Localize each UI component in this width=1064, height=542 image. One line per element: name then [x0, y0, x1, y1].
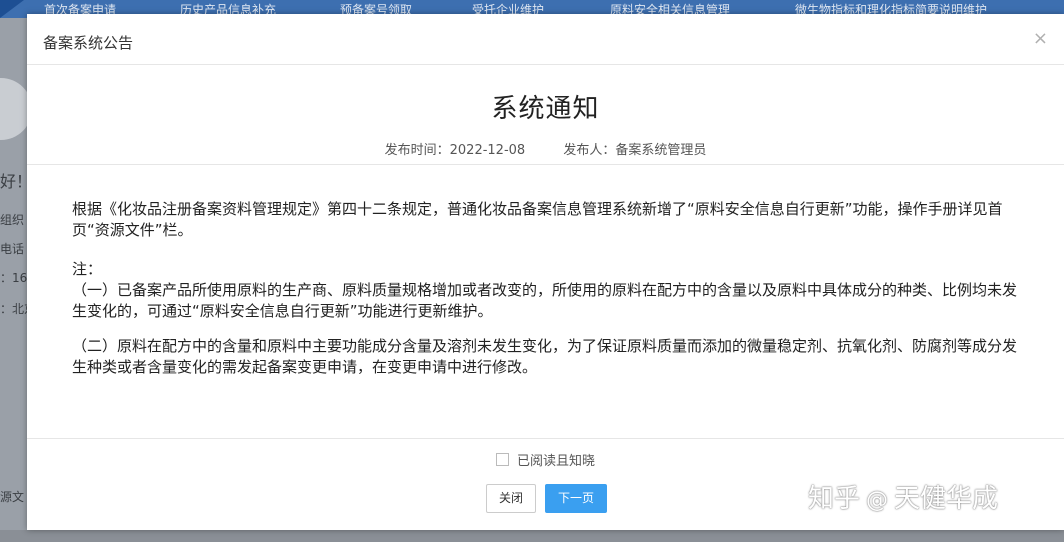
- close-icon[interactable]: ×: [1033, 28, 1048, 49]
- dialog-header: 备案系统公告 ×: [27, 14, 1064, 65]
- close-button[interactable]: 关闭: [486, 484, 536, 513]
- next-page-button[interactable]: 下一页: [545, 484, 607, 513]
- at-icon: @: [866, 488, 889, 513]
- background-side-panel: 好！ 组织 电话 ：165 ：北京 源文: [0, 18, 36, 542]
- watermark-left: 知乎: [808, 484, 861, 514]
- notice-body: 根据《化妆品注册备案资料管理规定》第四十二条规定，普通化妆品备案信息管理系统新增…: [72, 199, 1022, 378]
- paragraph-item-1: （一）已备案产品所使用原料的生产商、原料质量规格增加或者改变的，所使用的原料在配…: [72, 281, 1018, 320]
- logo-mark: [0, 0, 24, 18]
- watermark-right: 天健华成: [894, 484, 999, 514]
- resource-fragment: 源文: [0, 490, 25, 504]
- announcement-dialog: 备案系统公告 × 系统通知 发布时间：2022-12-08 发布人：备案系统管理…: [27, 14, 1064, 530]
- background-bottom: [0, 530, 1064, 542]
- notice-meta: 发布时间：2022-12-08 发布人：备案系统管理员: [27, 139, 1064, 158]
- org-fragment: 组织: [0, 213, 25, 227]
- phone-fragment: 电话: [0, 242, 25, 256]
- acknowledge-label[interactable]: 已阅读且知晓: [517, 454, 595, 469]
- paragraph-note-label: 注：: [72, 260, 103, 278]
- divider: [27, 164, 1064, 165]
- acknowledge-row: 已阅读且知晓: [27, 450, 1064, 469]
- dialog-title: 备案系统公告: [43, 34, 134, 52]
- publisher: 发布人：备案系统管理员: [563, 143, 707, 158]
- paragraph-item-2: （二）原料在配方中的含量和原料中主要功能成分含量及溶剂未发生变化，为了保证原料质…: [72, 337, 1018, 376]
- publish-time: 发布时间：2022-12-08: [384, 143, 526, 158]
- watermark: 知乎 @ 天健华成: [808, 478, 998, 515]
- notice-title: 系统通知: [491, 94, 600, 124]
- acknowledge-checkbox[interactable]: [495, 453, 509, 466]
- paragraph-intro: 根据《化妆品注册备案资料管理规定》第四十二条规定，普通化妆品备案信息管理系统新增…: [72, 200, 1003, 239]
